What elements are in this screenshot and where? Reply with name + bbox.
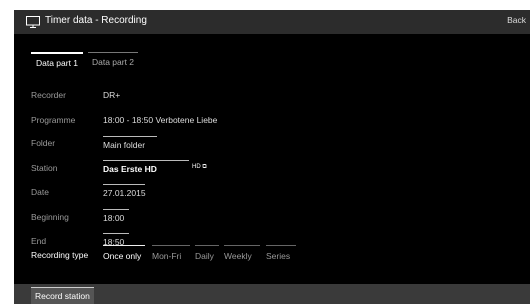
folder-label: Folder: [31, 138, 56, 148]
recording-type-once-only[interactable]: Once only: [103, 245, 145, 261]
programme-value: 18:00 - 18:50 Verbotene Liebe: [103, 115, 218, 125]
recorder-value: DR+: [103, 90, 121, 100]
tab-data-part-1[interactable]: Data part 1: [31, 52, 83, 68]
date-field[interactable]: 27.01.2015: [103, 184, 146, 198]
window-title: Timer data - Recording: [45, 15, 147, 26]
tv-icon: [26, 16, 40, 28]
recording-type-weekly[interactable]: Weekly: [224, 245, 260, 261]
folder-field[interactable]: Main folder: [103, 136, 157, 150]
station-field[interactable]: Das Erste HD: [103, 160, 189, 174]
recording-type-mon-fri[interactable]: Mon-Fri: [152, 245, 190, 261]
hd-format-icon: HD ⧉: [192, 164, 207, 170]
beginning-label: Beginning: [31, 212, 69, 222]
record-station-button[interactable]: Record station: [31, 287, 94, 304]
recording-type-series[interactable]: Series: [266, 245, 296, 261]
recording-type-daily[interactable]: Daily: [195, 245, 219, 261]
station-label: Station: [31, 163, 58, 173]
recording-type-label: Recording type: [31, 250, 89, 260]
programme-label: Programme: [31, 115, 76, 125]
back-button[interactable]: Back: [507, 15, 526, 25]
end-label: End: [31, 236, 47, 246]
date-label: Date: [31, 187, 49, 197]
beginning-field[interactable]: 18:00: [103, 209, 129, 223]
recorder-label: Recorder: [31, 90, 66, 100]
tv-screen: Timer data - Recording Back Data part 1 …: [14, 10, 530, 304]
tab-data-part-2[interactable]: Data part 2: [88, 52, 138, 67]
title-bar: Timer data - Recording Back: [14, 10, 530, 34]
bottom-bar: Record station: [14, 284, 530, 304]
